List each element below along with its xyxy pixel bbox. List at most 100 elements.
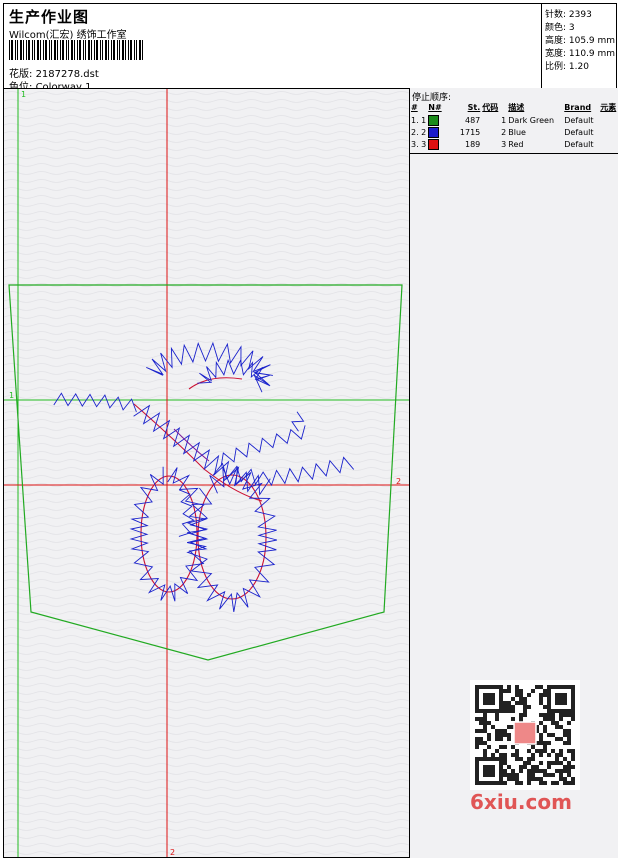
qr-module: [495, 717, 499, 721]
qr-module: [571, 701, 575, 705]
qr-module: [515, 701, 519, 705]
qr-module: [475, 761, 479, 765]
qr-module: [523, 713, 527, 717]
qr-module: [543, 749, 547, 753]
qr-module: [515, 693, 519, 697]
barcode-bar: [37, 40, 39, 60]
qr-module: [559, 777, 563, 781]
barcode-bar: [17, 40, 18, 60]
qr-module: [571, 709, 575, 713]
qr-module: [547, 705, 551, 709]
row-color-cell: [427, 126, 447, 138]
qr-module: [535, 749, 539, 753]
qr-module: [555, 725, 559, 729]
barcode-bar: [20, 40, 22, 60]
qr-module: [519, 689, 523, 693]
qr-module: [483, 685, 487, 689]
qr-module: [547, 717, 551, 721]
color-swatch: [428, 126, 440, 138]
qr-module: [555, 737, 559, 741]
qr-module: [499, 781, 503, 785]
qr-module: [563, 781, 567, 785]
qr-module: [499, 765, 503, 769]
qr-module: [495, 757, 499, 761]
barcode-bar: [23, 40, 24, 60]
barcode-bar: [54, 40, 56, 60]
qr-module: [551, 773, 555, 777]
qr-module: [479, 685, 483, 689]
qr-module: [483, 693, 487, 697]
barcode-bar: [26, 40, 27, 60]
guide-v2-label: 2: [170, 848, 175, 857]
barcode-bar: [60, 40, 61, 60]
barcode-bar: [66, 40, 67, 60]
qr-module: [475, 717, 479, 721]
qr-module: [487, 685, 491, 689]
barcode-bar: [68, 40, 69, 60]
row-element: [599, 114, 618, 126]
barcode-bar: [79, 40, 81, 60]
qr-module: [567, 709, 571, 713]
qr-module: [547, 693, 551, 697]
qr-module: [547, 685, 551, 689]
qr-module: [527, 769, 531, 773]
table-row: 2. 2 1715 2 Blue Default: [410, 126, 618, 138]
qr-module: [499, 701, 503, 705]
barcode-bar: [77, 40, 78, 60]
row-stitches: 189: [464, 139, 481, 149]
barcode-bar: [62, 40, 64, 60]
qr-module: [559, 685, 563, 689]
qr-module: [555, 753, 559, 757]
qr-module: [511, 745, 515, 749]
qr-module: [539, 741, 543, 745]
qr-module: [499, 693, 503, 697]
qr-module: [503, 701, 507, 705]
qr-module: [571, 685, 575, 689]
qr-module: [559, 701, 563, 705]
color-swatch: [428, 138, 440, 150]
qr-module: [503, 689, 507, 693]
qr-module: [563, 685, 567, 689]
barcode-bar: [94, 40, 95, 60]
qr-module: [487, 773, 491, 777]
qr-module: [483, 721, 487, 725]
qr-module: [567, 721, 571, 725]
qr-module: [543, 745, 547, 749]
qr-module: [559, 761, 563, 765]
qr-module: [535, 777, 539, 781]
qr-module: [551, 685, 555, 689]
qr-module: [487, 733, 491, 737]
qr-module: [531, 773, 535, 777]
qr-module: [503, 761, 507, 765]
qr-module: [495, 685, 499, 689]
qr-module: [543, 741, 547, 745]
guide-h1-label: 1: [9, 391, 14, 400]
qr-module: [555, 701, 559, 705]
qr-module: [495, 781, 499, 785]
qr-module: [491, 765, 495, 769]
qr-module: [503, 757, 507, 761]
qr-module: [487, 757, 491, 761]
qr-module: [483, 741, 487, 745]
qr-module: [547, 753, 551, 757]
qr-module: [547, 765, 551, 769]
qr-module: [547, 709, 551, 713]
barcode-bar: [34, 40, 35, 60]
qr-module: [499, 685, 503, 689]
row-stitches: 487: [464, 115, 481, 125]
stat-scale: 比例: 1.20: [545, 62, 589, 72]
qr-module: [535, 765, 539, 769]
qr-module: [487, 697, 491, 701]
qr-module: [543, 773, 547, 777]
qr-module: [475, 689, 479, 693]
guide-v1-label: 1: [21, 90, 26, 99]
barcode-bar: [28, 40, 30, 60]
qr-module: [563, 777, 567, 781]
qr-module: [487, 765, 491, 769]
qr-module: [487, 693, 491, 697]
qr-module: [511, 777, 515, 781]
qr-module: [499, 761, 503, 765]
barcode-bar: [11, 40, 13, 60]
stat-width: 宽度: 110.9 mm: [545, 49, 616, 59]
barcode-bar: [71, 40, 73, 60]
